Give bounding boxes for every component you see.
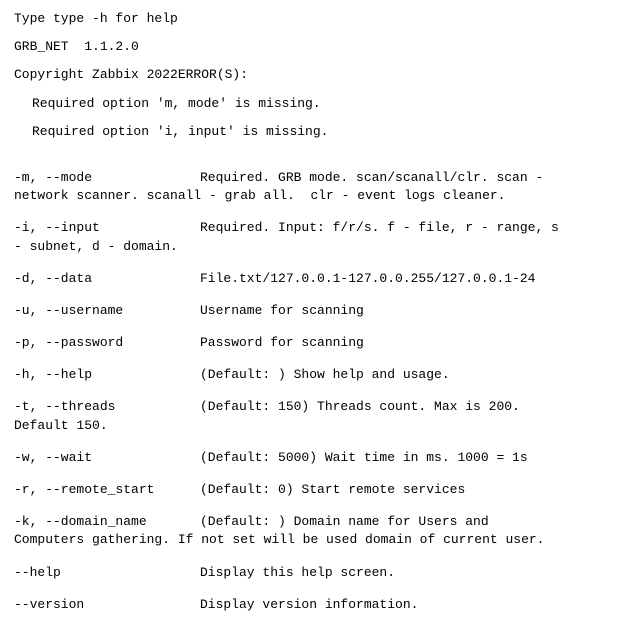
option-threads-flag: -t, --threads <box>14 398 200 416</box>
option-wait: -w, --wait(Default: 5000) Wait time in m… <box>14 449 610 467</box>
option-help-desc: (Default: ) Show help and usage. <box>200 367 450 382</box>
option-wait-desc: (Default: 5000) Wait time in ms. 1000 = … <box>200 450 528 465</box>
option-remote-start: -r, --remote_start(Default: 0) Start rem… <box>14 481 610 499</box>
option-mode-desc1: Required. GRB mode. scan/scanall/clr. sc… <box>200 170 543 185</box>
option-input-flag: -i, --input <box>14 219 200 237</box>
option-threads-desc1: (Default: 150) Threads count. Max is 200… <box>200 399 520 414</box>
option-data-flag: -d, --data <box>14 270 200 288</box>
option-version-flag: --version <box>14 596 200 614</box>
program-name: GRB_NET 1.1.2.0 <box>14 38 610 56</box>
option-username-flag: -u, --username <box>14 302 200 320</box>
option-version-desc: Display version information. <box>200 597 418 612</box>
error-missing-input: Required option 'i, input' is missing. <box>32 123 610 141</box>
error-missing-mode: Required option 'm, mode' is missing. <box>32 95 610 113</box>
option-domain-name-desc2: Computers gathering. If not set will be … <box>14 531 610 549</box>
option-password-desc: Password for scanning <box>200 335 364 350</box>
option-username: -u, --usernameUsername for scanning <box>14 302 610 320</box>
option-help-long-desc: Display this help screen. <box>200 565 395 580</box>
help-hint: Type type -h for help <box>14 10 610 28</box>
option-username-desc: Username for scanning <box>200 303 364 318</box>
option-mode-flag: -m, --mode <box>14 169 200 187</box>
option-remote-start-desc: (Default: 0) Start remote services <box>200 482 465 497</box>
option-threads: -t, --threads(Default: 150) Threads coun… <box>14 398 610 434</box>
option-remote-start-flag: -r, --remote_start <box>14 481 200 499</box>
option-domain-name-flag: -k, --domain_name <box>14 513 200 531</box>
copyright-line: Copyright Zabbix 2022ERROR(S): <box>14 66 610 84</box>
option-data-desc: File.txt/127.0.0.1-127.0.0.255/127.0.0.1… <box>200 271 535 286</box>
option-input-desc2: - subnet, d - domain. <box>14 238 610 256</box>
option-help-long-flag: --help <box>14 564 200 582</box>
option-password: -p, --passwordPassword for scanning <box>14 334 610 352</box>
option-input-desc1: Required. Input: f/r/s. f - file, r - ra… <box>200 220 559 235</box>
option-help: -h, --help(Default: ) Show help and usag… <box>14 366 610 384</box>
terminal-output: Type type -h for help GRB_NET 1.1.2.0 Co… <box>14 10 610 614</box>
option-data: -d, --dataFile.txt/127.0.0.1-127.0.0.255… <box>14 270 610 288</box>
option-threads-desc2: Default 150. <box>14 417 610 435</box>
option-mode-desc2: network scanner. scanall - grab all. clr… <box>14 187 610 205</box>
option-mode: -m, --modeRequired. GRB mode. scan/scana… <box>14 169 610 205</box>
option-input: -i, --inputRequired. Input: f/r/s. f - f… <box>14 219 610 255</box>
option-password-flag: -p, --password <box>14 334 200 352</box>
option-wait-flag: -w, --wait <box>14 449 200 467</box>
option-version: --versionDisplay version information. <box>14 596 610 614</box>
option-domain-name: -k, --domain_name(Default: ) Domain name… <box>14 513 610 549</box>
option-domain-name-desc1: (Default: ) Domain name for Users and <box>200 514 489 529</box>
option-help-long: --helpDisplay this help screen. <box>14 564 610 582</box>
option-help-flag: -h, --help <box>14 366 200 384</box>
